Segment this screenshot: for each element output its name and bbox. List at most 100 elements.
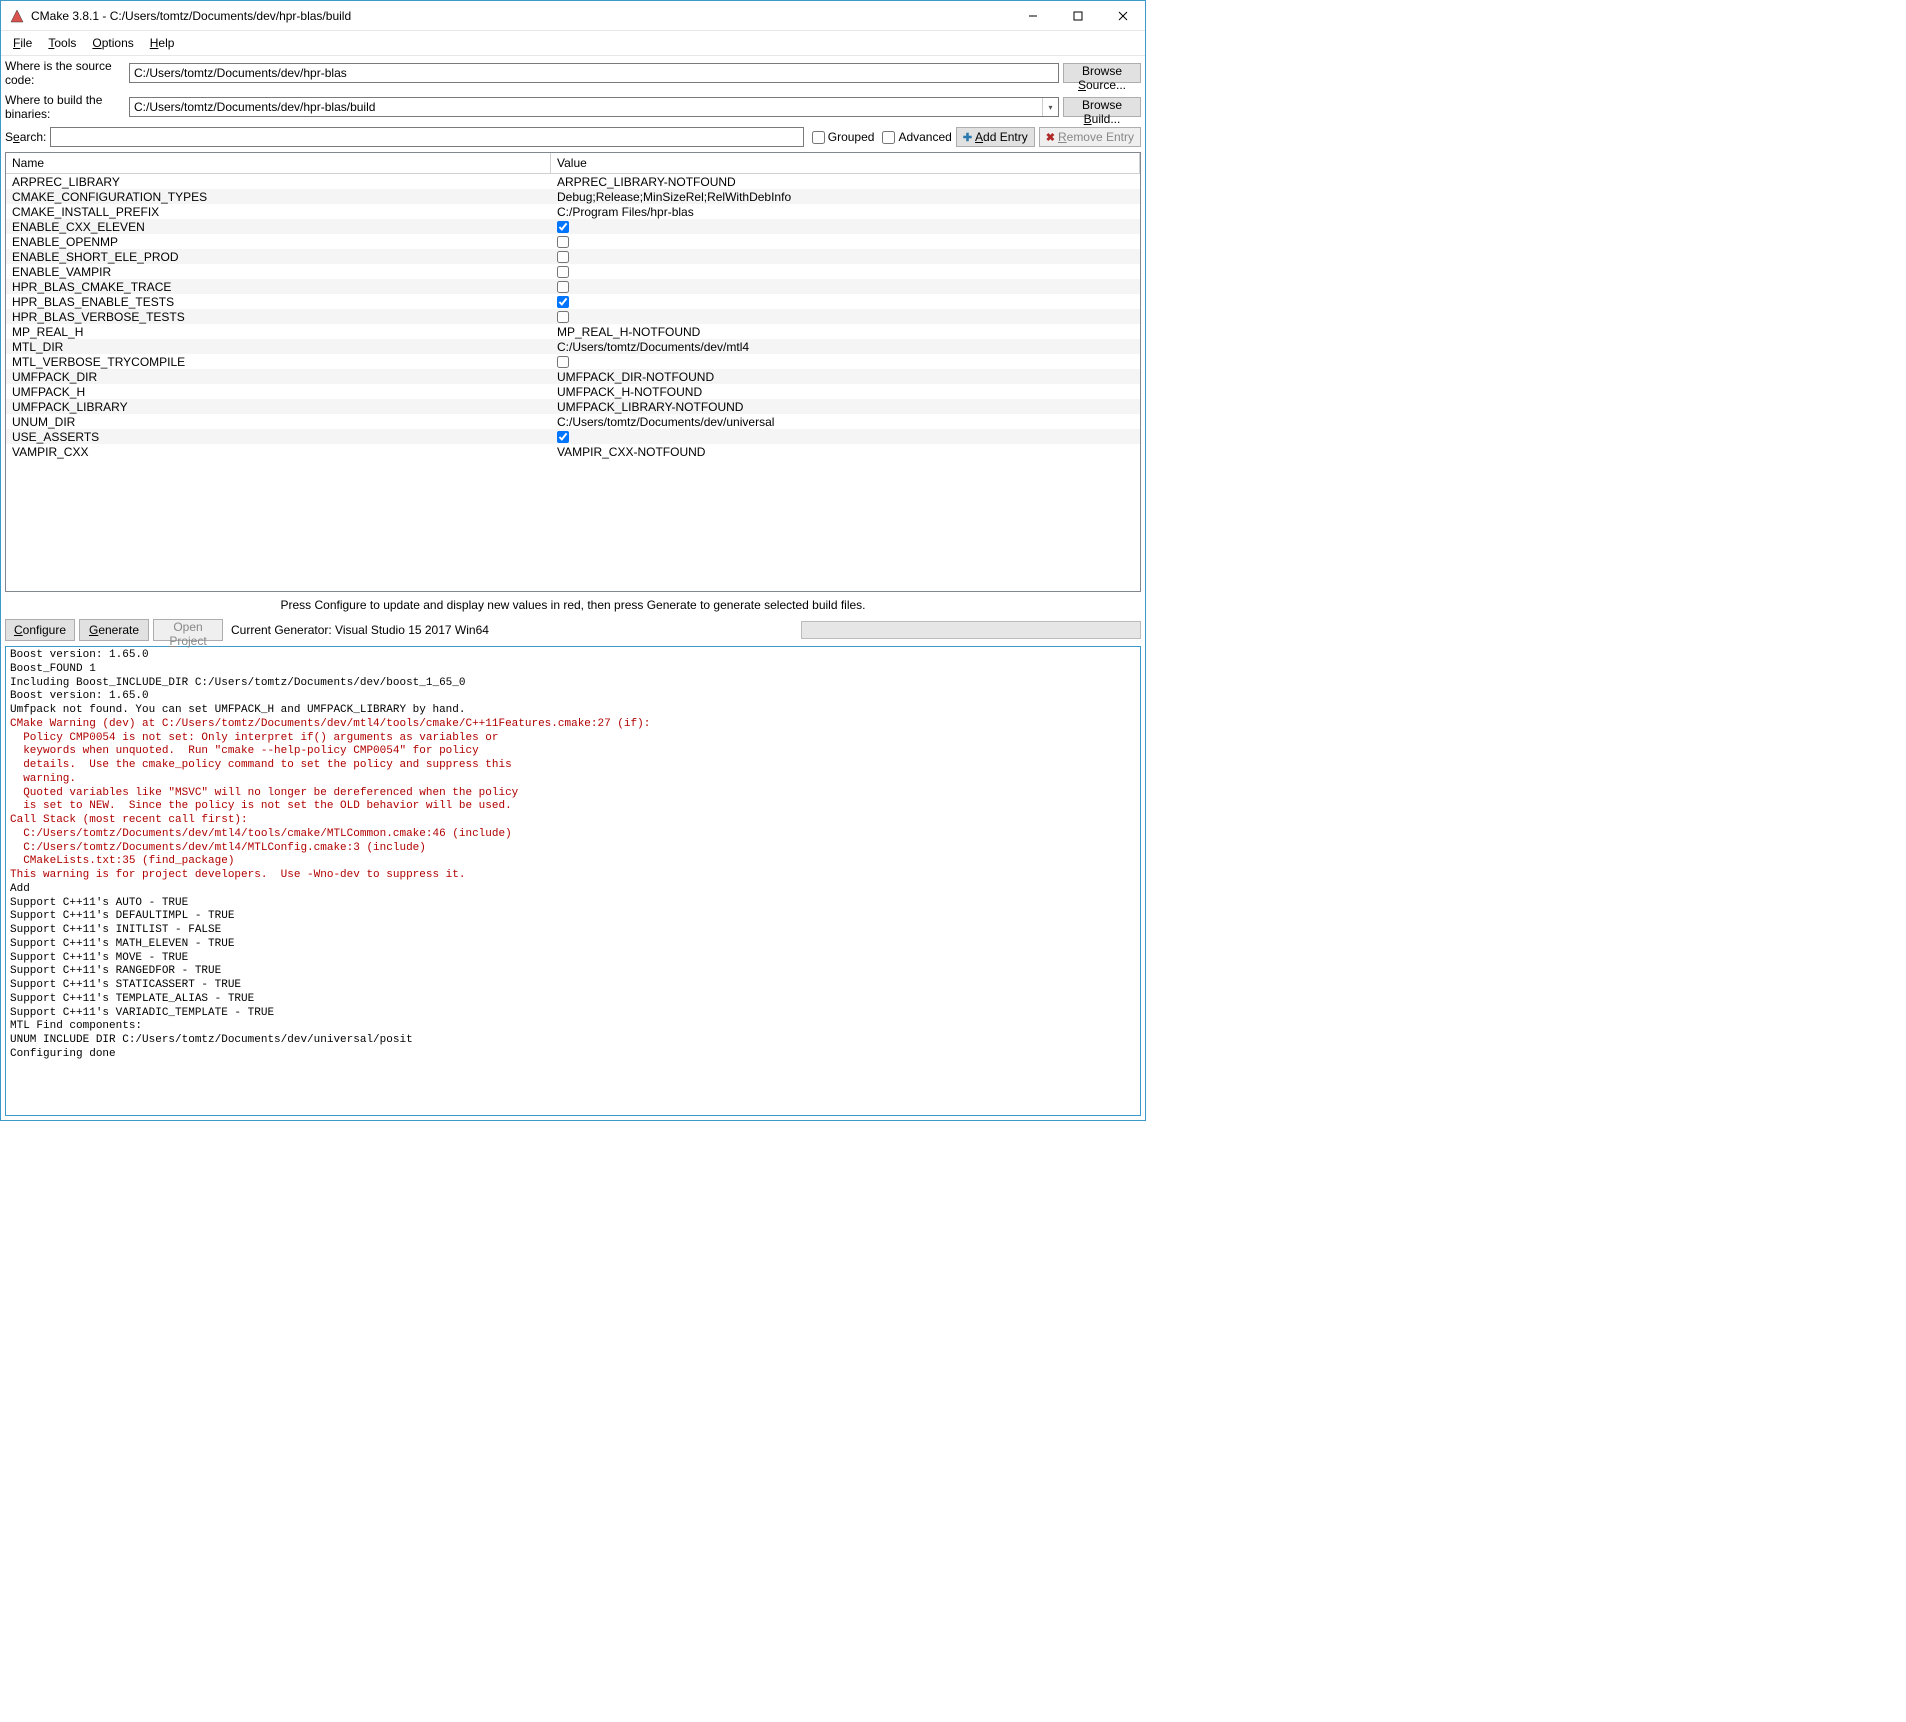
cache-checkbox[interactable] <box>557 296 569 308</box>
grouped-checkbox-wrap[interactable]: Grouped <box>812 130 875 144</box>
add-entry-button[interactable]: ✚Add Entry <box>956 127 1035 147</box>
open-project-button[interactable]: Open Project <box>153 619 223 641</box>
cache-cell-value[interactable]: MP_REAL_H-NOTFOUND <box>551 325 1140 339</box>
header-name[interactable]: Name <box>6 153 551 173</box>
cache-row[interactable]: ARPREC_LIBRARYARPREC_LIBRARY-NOTFOUND <box>6 174 1140 189</box>
menubar: File Tools Options Help <box>1 31 1145 56</box>
cache-row[interactable]: MP_REAL_HMP_REAL_H-NOTFOUND <box>6 324 1140 339</box>
source-input[interactable] <box>129 63 1059 83</box>
cache-cell-name: ARPREC_LIBRARY <box>6 175 551 189</box>
close-button[interactable] <box>1100 1 1145 30</box>
log-line: Add <box>10 883 1136 897</box>
log-line: Policy CMP0054 is not set: Only interpre… <box>10 732 1136 746</box>
cache-checkbox[interactable] <box>557 311 569 323</box>
source-label: Where is the source code: <box>5 59 125 87</box>
cache-row[interactable]: USE_ASSERTS <box>6 429 1140 444</box>
header-value[interactable]: Value <box>551 153 1140 173</box>
plus-icon: ✚ <box>963 131 972 144</box>
cache-row[interactable]: CMAKE_INSTALL_PREFIXC:/Program Files/hpr… <box>6 204 1140 219</box>
log-line: Boost_FOUND 1 <box>10 663 1136 677</box>
cache-cell-value[interactable]: UMFPACK_H-NOTFOUND <box>551 385 1140 399</box>
build-label: Where to build the binaries: <box>5 93 125 121</box>
menu-help[interactable]: Help <box>142 33 183 53</box>
build-input[interactable] <box>130 98 1042 116</box>
log-line: This warning is for project developers. … <box>10 869 1136 883</box>
cache-checkbox[interactable] <box>557 281 569 293</box>
cache-row[interactable]: MTL_DIRC:/Users/tomtz/Documents/dev/mtl4 <box>6 339 1140 354</box>
cache-cell-value[interactable]: ARPREC_LIBRARY-NOTFOUND <box>551 175 1140 189</box>
cache-cell-name: CMAKE_INSTALL_PREFIX <box>6 205 551 219</box>
cache-row[interactable]: UNUM_DIRC:/Users/tomtz/Documents/dev/uni… <box>6 414 1140 429</box>
maximize-button[interactable] <box>1055 1 1100 30</box>
cache-row[interactable]: ENABLE_CXX_ELEVEN <box>6 219 1140 234</box>
cache-table[interactable]: Name Value ARPREC_LIBRARYARPREC_LIBRARY-… <box>5 152 1141 592</box>
cache-cell-name: HPR_BLAS_VERBOSE_TESTS <box>6 310 551 324</box>
cache-row[interactable]: HPR_BLAS_CMAKE_TRACE <box>6 279 1140 294</box>
cache-cell-value[interactable] <box>551 236 1140 248</box>
cache-row[interactable]: UMFPACK_LIBRARYUMFPACK_LIBRARY-NOTFOUND <box>6 399 1140 414</box>
cache-cell-name: MP_REAL_H <box>6 325 551 339</box>
cache-cell-name: ENABLE_VAMPIR <box>6 265 551 279</box>
build-combo[interactable]: ▾ <box>129 97 1059 117</box>
menu-tools[interactable]: Tools <box>40 33 84 53</box>
cache-row[interactable]: UMFPACK_DIRUMFPACK_DIR-NOTFOUND <box>6 369 1140 384</box>
cache-row[interactable]: CMAKE_CONFIGURATION_TYPESDebug;Release;M… <box>6 189 1140 204</box>
log-line: Including Boost_INCLUDE_DIR C:/Users/tom… <box>10 677 1136 691</box>
search-input[interactable] <box>50 127 803 147</box>
cache-cell-value[interactable] <box>551 281 1140 293</box>
cache-row[interactable]: HPR_BLAS_ENABLE_TESTS <box>6 294 1140 309</box>
window-title: CMake 3.8.1 - C:/Users/tomtz/Documents/d… <box>31 9 1010 23</box>
progress-bar <box>801 621 1141 639</box>
log-line: Support C++11's STATICASSERT - TRUE <box>10 979 1136 993</box>
advanced-checkbox[interactable] <box>882 131 895 144</box>
generate-button[interactable]: Generate <box>79 619 149 641</box>
cache-cell-value[interactable] <box>551 311 1140 323</box>
cache-cell-name: UNUM_DIR <box>6 415 551 429</box>
browse-build-button[interactable]: Browse Build... <box>1063 97 1141 117</box>
minimize-button[interactable] <box>1010 1 1055 30</box>
cache-cell-value[interactable] <box>551 356 1140 368</box>
progress-slot <box>493 621 1141 639</box>
log-line: Support C++11's MOVE - TRUE <box>10 952 1136 966</box>
cache-checkbox[interactable] <box>557 221 569 233</box>
cache-cell-name: ENABLE_CXX_ELEVEN <box>6 220 551 234</box>
cache-cell-value[interactable]: C:/Users/tomtz/Documents/dev/mtl4 <box>551 340 1140 354</box>
browse-source-button[interactable]: Browse Source... <box>1063 63 1141 83</box>
chevron-down-icon[interactable]: ▾ <box>1042 98 1058 116</box>
cache-cell-value[interactable]: C:/Users/tomtz/Documents/dev/universal <box>551 415 1140 429</box>
log-line: Support C++11's VARIADIC_TEMPLATE - TRUE <box>10 1007 1136 1021</box>
cache-checkbox[interactable] <box>557 266 569 278</box>
titlebar: CMake 3.8.1 - C:/Users/tomtz/Documents/d… <box>1 1 1145 31</box>
cache-checkbox[interactable] <box>557 356 569 368</box>
cache-cell-value[interactable]: VAMPIR_CXX-NOTFOUND <box>551 445 1140 459</box>
cache-checkbox[interactable] <box>557 251 569 263</box>
cache-row[interactable]: ENABLE_SHORT_ELE_PROD <box>6 249 1140 264</box>
cache-row[interactable]: HPR_BLAS_VERBOSE_TESTS <box>6 309 1140 324</box>
cache-row[interactable]: VAMPIR_CXXVAMPIR_CXX-NOTFOUND <box>6 444 1140 459</box>
advanced-checkbox-wrap[interactable]: Advanced <box>882 130 951 144</box>
cache-cell-value[interactable] <box>551 251 1140 263</box>
cache-cell-name: UMFPACK_DIR <box>6 370 551 384</box>
cache-row[interactable]: ENABLE_OPENMP <box>6 234 1140 249</box>
cache-cell-value[interactable]: Debug;Release;MinSizeRel;RelWithDebInfo <box>551 190 1140 204</box>
cache-cell-value[interactable] <box>551 221 1140 233</box>
configure-button[interactable]: Configure <box>5 619 75 641</box>
cache-row[interactable]: MTL_VERBOSE_TRYCOMPILE <box>6 354 1140 369</box>
cache-cell-value[interactable]: UMFPACK_LIBRARY-NOTFOUND <box>551 400 1140 414</box>
cache-cell-name: MTL_DIR <box>6 340 551 354</box>
cache-row[interactable]: ENABLE_VAMPIR <box>6 264 1140 279</box>
cache-cell-name: HPR_BLAS_ENABLE_TESTS <box>6 295 551 309</box>
remove-entry-button[interactable]: ✖Remove Entry <box>1039 127 1141 147</box>
cache-cell-value[interactable] <box>551 266 1140 278</box>
output-log[interactable]: Boost version: 1.65.0Boost_FOUND 1Includ… <box>5 646 1141 1116</box>
cache-checkbox[interactable] <box>557 431 569 443</box>
menu-file[interactable]: File <box>5 33 40 53</box>
grouped-checkbox[interactable] <box>812 131 825 144</box>
cache-checkbox[interactable] <box>557 236 569 248</box>
cache-cell-value[interactable]: C:/Program Files/hpr-blas <box>551 205 1140 219</box>
cache-cell-value[interactable]: UMFPACK_DIR-NOTFOUND <box>551 370 1140 384</box>
cache-cell-value[interactable] <box>551 431 1140 443</box>
menu-options[interactable]: Options <box>84 33 141 53</box>
cache-row[interactable]: UMFPACK_HUMFPACK_H-NOTFOUND <box>6 384 1140 399</box>
cache-cell-value[interactable] <box>551 296 1140 308</box>
